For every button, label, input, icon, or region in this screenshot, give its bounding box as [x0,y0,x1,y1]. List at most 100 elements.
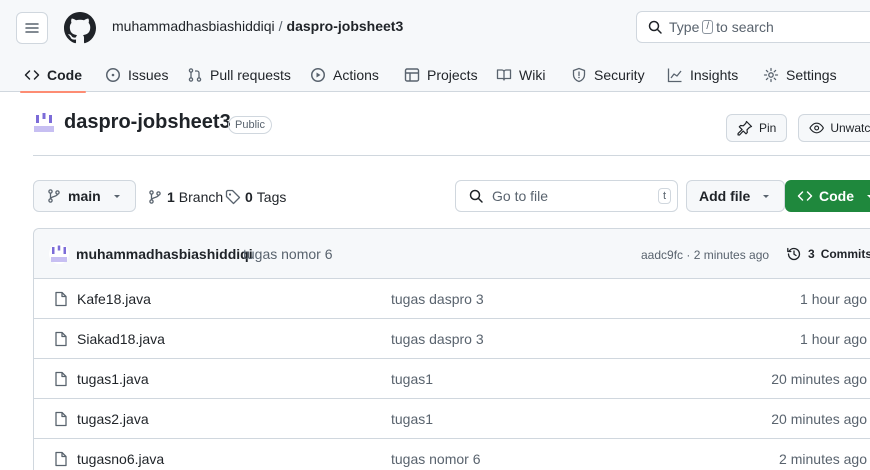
search-prefix: Type [669,19,700,35]
breadcrumb-owner[interactable]: muhammadhasbiashiddiqi [112,18,275,34]
tab-label: Security [594,67,645,83]
commit-author[interactable]: muhammadhasbiashiddiqi [76,246,253,262]
branch-icon [48,189,60,203]
search-suffix: to search [716,19,774,35]
search-shortcut-key: / [702,20,714,34]
tab-label: Actions [333,67,379,83]
go-to-file-placeholder: Go to file [492,188,549,204]
breadcrumb: muhammadhasbiashiddiqi / daspro-jobsheet3 [112,18,403,34]
file-name[interactable]: tugasno6.java [77,451,164,467]
repo-owner-avatar-icon [33,112,55,134]
file-commit-message[interactable]: tugas1 [391,411,433,427]
tab-label: Projects [427,67,478,83]
divider [33,155,870,156]
commits-count: 3 [808,247,815,261]
tab-security[interactable]: Security [571,58,645,92]
commit-message[interactable]: tugas nomor 6 [243,246,333,262]
chevron-down-icon [763,195,770,198]
tab-label: Pull requests [210,67,291,83]
pin-icon [737,120,753,136]
unwatch-label: Unwatch [830,121,870,135]
branch-label: main [68,188,101,204]
search-icon [469,189,483,203]
file-name[interactable]: Siakad18.java [77,331,165,347]
go-to-file-input[interactable]: Go to file t [455,180,678,212]
chevron-down-icon [867,195,870,198]
pull-request-icon [188,68,202,82]
file-icon [55,371,67,387]
latest-commit-bar: muhammadhasbiashiddiqi tugas nomor 6 aad… [34,229,870,279]
tags-link[interactable]: 0 Tags [225,189,286,205]
file-icon [55,331,67,347]
tag-icon [225,189,241,205]
table-row[interactable]: Siakad18.java tugas daspro 3 1 hour ago [34,319,870,359]
table-icon [404,68,420,82]
file-commit-message[interactable]: tugas nomor 6 [391,451,481,467]
search-input[interactable]: Type / to search [636,11,870,43]
file-commit-time: 20 minutes ago [771,371,867,387]
table-row[interactable]: tugas1.java tugas1 20 minutes ago [34,359,870,399]
code-button-label: Code [819,188,854,204]
repo-tabs: Code Issues Pull requests Actions Projec… [0,58,870,93]
file-commit-time: 2 minutes ago [779,451,867,467]
gear-icon [763,67,779,83]
add-file-button[interactable]: Add file [686,180,786,212]
pin-label: Pin [759,121,777,135]
branch-icon [149,190,161,204]
visibility-badge: Public [228,116,272,134]
pin-button[interactable]: Pin [726,114,788,142]
table-row[interactable]: tugas2.java tugas1 20 minutes ago [34,399,870,439]
shield-icon [572,67,586,83]
commit-hash-time[interactable]: aadc9fc · 2 minutes ago [641,248,769,262]
tab-label: Wiki [519,67,546,83]
file-commit-message[interactable]: tugas1 [391,371,433,387]
branch-word: Branch [178,189,224,205]
github-logo-icon[interactable] [64,12,96,44]
avatar[interactable] [49,244,69,264]
table-row[interactable]: Kafe18.java tugas daspro 3 1 hour ago [34,279,870,319]
table-row[interactable]: tugasno6.java tugas nomor 6 2 minutes ag… [34,439,870,470]
breadcrumb-repo[interactable]: daspro-jobsheet3 [287,18,404,34]
file-commit-message[interactable]: tugas daspro 3 [391,291,484,307]
graph-icon [667,68,682,83]
file-name[interactable]: tugas1.java [77,371,149,387]
file-name[interactable]: Kafe18.java [77,291,151,307]
hamburger-icon [25,23,39,33]
search-icon [648,20,662,34]
tab-issues[interactable]: Issues [105,58,168,92]
file-name[interactable]: tugas2.java [77,411,149,427]
tab-projects[interactable]: Projects [404,58,478,92]
tab-settings[interactable]: Settings [763,58,837,92]
global-header: muhammadhasbiashiddiqi / daspro-jobsheet3 … [0,0,870,93]
history-icon [787,247,801,261]
issue-icon [106,68,120,82]
tab-actions[interactable]: Actions [310,58,379,92]
unwatch-button[interactable]: Unwatch [798,114,870,142]
file-commit-time: 1 hour ago [800,291,867,307]
add-file-label: Add file [699,188,751,204]
tab-label: Code [47,67,82,83]
branches-link[interactable]: 1 Branch [147,189,223,205]
menu-button[interactable] [16,12,48,44]
file-icon [55,291,67,307]
go-to-file-shortcut: t [657,188,671,204]
repo-name[interactable]: daspro-jobsheet3 [64,111,231,134]
code-button[interactable]: Code [785,180,870,212]
play-icon [311,68,325,82]
tab-insights[interactable]: Insights [667,58,738,92]
branch-select[interactable]: main [33,180,136,212]
book-icon [496,69,512,81]
tab-label: Insights [690,67,739,83]
breadcrumb-separator: / [278,18,283,34]
file-commit-time: 20 minutes ago [771,411,867,427]
commits-word: Commits [820,247,870,261]
code-icon [24,70,40,80]
file-commit-message[interactable]: tugas daspro 3 [391,331,484,347]
tag-count: 0 [245,189,253,205]
tab-code[interactable]: Code [20,58,86,93]
branch-count: 1 [167,189,175,205]
tab-wiki[interactable]: Wiki [496,58,545,92]
tab-pull-requests[interactable]: Pull requests [187,58,291,92]
commits-link[interactable]: 3 Commits [786,246,870,262]
tab-label: Settings [786,67,837,83]
